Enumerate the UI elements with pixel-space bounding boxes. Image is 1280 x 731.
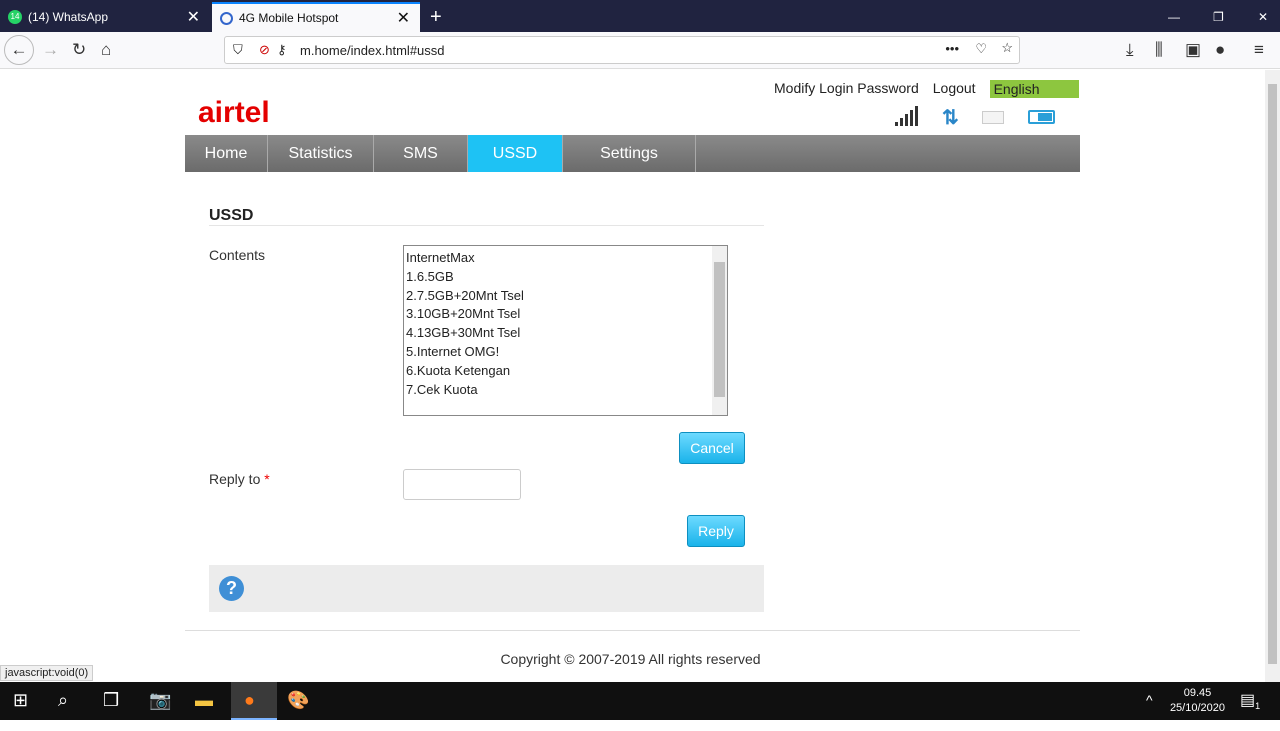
new-tab-icon[interactable]: + bbox=[422, 2, 450, 32]
textarea-scrollbar[interactable] bbox=[712, 246, 727, 415]
help-panel: ? bbox=[209, 565, 764, 612]
tab-label: 4G Mobile Hotspot bbox=[239, 11, 339, 25]
clock[interactable]: 09.45 25/10/2020 bbox=[1170, 686, 1225, 716]
logout-link[interactable]: Logout bbox=[933, 80, 976, 98]
tab-label: (14) WhatsApp bbox=[28, 10, 109, 24]
close-icon[interactable]: ✕ bbox=[397, 8, 410, 28]
contents-line: 3.10GB+20Mnt Tsel bbox=[406, 306, 521, 322]
contents-line: 7.Cek Kuota bbox=[406, 381, 478, 397]
cancel-button[interactable]: Cancel bbox=[679, 432, 745, 464]
signal-icon bbox=[895, 106, 918, 126]
help-icon[interactable]: ? bbox=[219, 576, 244, 601]
page-scrollbar[interactable] bbox=[1265, 70, 1280, 682]
notification-icon[interactable]: ▤1 bbox=[1240, 690, 1260, 711]
main-menu: Home Statistics SMS USSD Settings bbox=[185, 135, 1080, 172]
forward-icon[interactable]: → bbox=[42, 40, 59, 60]
sidebar-icon[interactable]: ▣ bbox=[1185, 40, 1201, 60]
back-icon[interactable]: ← bbox=[4, 35, 34, 65]
tab-hotspot[interactable]: 4G Mobile Hotspot ✕ bbox=[212, 2, 420, 32]
tab-whatsapp[interactable]: 14 (14) WhatsApp ✕ bbox=[0, 2, 210, 32]
file-explorer-icon[interactable]: ▬ bbox=[195, 690, 213, 711]
reply-input[interactable] bbox=[403, 469, 521, 500]
contents-line: 6.Kuota Ketengan bbox=[406, 362, 511, 378]
camera-icon[interactable]: 📷 bbox=[149, 690, 171, 711]
taskbar: ⊞ ⌕ ❒ 📷 ▬ ● 🎨 ^ 09.45 25/10/2020 ▤1 bbox=[0, 682, 1280, 720]
windows-start-icon[interactable]: ⊞ bbox=[13, 690, 28, 711]
contents-textarea[interactable]: InternetMax 1.6.5GB 2.7.5GB+20Mnt Tsel 3… bbox=[403, 245, 728, 416]
whatsapp-icon: 14 bbox=[8, 10, 22, 24]
restore-icon[interactable]: ❐ bbox=[1205, 2, 1232, 32]
key-icon: ⚷ bbox=[277, 42, 287, 57]
menu-statistics[interactable]: Statistics bbox=[268, 135, 374, 172]
reply-button[interactable]: Reply bbox=[687, 515, 745, 547]
menu-sms[interactable]: SMS bbox=[374, 135, 468, 172]
contents-line: InternetMax bbox=[406, 250, 475, 265]
library-icon[interactable]: ⫼ bbox=[1155, 40, 1163, 60]
contents-label: Contents bbox=[209, 247, 266, 263]
download-icon[interactable]: ⤓ bbox=[1126, 40, 1134, 60]
paint-icon[interactable]: 🎨 bbox=[287, 690, 309, 711]
contents-line: 5.Internet OMG! bbox=[406, 343, 500, 359]
navigation-bar: ← → ↻ ⌂ ⛉ ⊘ ⚷ m.home/index.html#ussd •••… bbox=[0, 32, 1280, 69]
contents-line: 2.7.5GB+20Mnt Tsel bbox=[406, 287, 524, 303]
reply-to-label: Reply to * bbox=[209, 471, 270, 487]
menu-settings[interactable]: Settings bbox=[563, 135, 696, 172]
modify-password-link[interactable]: Modify Login Password bbox=[774, 80, 919, 98]
status-bar: javascript:void(0) bbox=[0, 665, 94, 681]
footer-divider bbox=[185, 630, 1080, 631]
firefox-icon[interactable]: ● bbox=[231, 682, 277, 720]
menu-icon[interactable]: ≡ bbox=[1254, 40, 1264, 60]
close-icon[interactable]: ✕ bbox=[187, 7, 200, 27]
divider bbox=[209, 225, 764, 226]
more-icon[interactable]: ••• bbox=[945, 41, 959, 56]
contents-line: 4.13GB+30Mnt Tsel bbox=[406, 325, 521, 341]
menu-home[interactable]: Home bbox=[185, 135, 268, 172]
data-transfer-icon: ⇅ bbox=[942, 107, 959, 129]
page-title: USSD bbox=[209, 207, 254, 224]
menu-ussd[interactable]: USSD bbox=[468, 135, 563, 172]
url-bar[interactable]: ⛉ ⊘ ⚷ m.home/index.html#ussd ••• ♡ ☆ bbox=[224, 36, 1020, 64]
account-icon[interactable]: ● bbox=[1215, 40, 1225, 60]
search-icon[interactable]: ⌕ bbox=[58, 690, 68, 711]
airtel-logo: airtel bbox=[198, 96, 270, 129]
chevron-up-icon[interactable]: ^ bbox=[1146, 692, 1153, 708]
url-text: m.home/index.html#ussd bbox=[300, 43, 445, 58]
minimize-icon[interactable]: — bbox=[1160, 2, 1188, 32]
contents-line: 1.6.5GB bbox=[406, 268, 454, 284]
bookmark-star-icon[interactable]: ☆ bbox=[1001, 40, 1013, 56]
wifi-device-icon bbox=[982, 111, 1004, 124]
shield-icon: ⛉ bbox=[233, 42, 243, 57]
language-select[interactable]: English bbox=[989, 80, 1079, 98]
battery-icon bbox=[1028, 110, 1055, 124]
globe-icon bbox=[220, 11, 233, 25]
task-view-icon[interactable]: ❒ bbox=[103, 690, 119, 711]
pocket-icon[interactable]: ♡ bbox=[975, 41, 987, 57]
copyright: Copyright © 2007-2019 All rights reserve… bbox=[500, 651, 761, 667]
browser-tab-bar: 14 (14) WhatsApp ✕ 4G Mobile Hotspot ✕ +… bbox=[0, 0, 1280, 32]
close-window-icon[interactable]: ✕ bbox=[1250, 2, 1276, 32]
reload-icon[interactable]: ↻ bbox=[72, 40, 86, 60]
home-icon[interactable]: ⌂ bbox=[101, 40, 111, 60]
insecure-icon: ⊘ bbox=[259, 42, 270, 57]
